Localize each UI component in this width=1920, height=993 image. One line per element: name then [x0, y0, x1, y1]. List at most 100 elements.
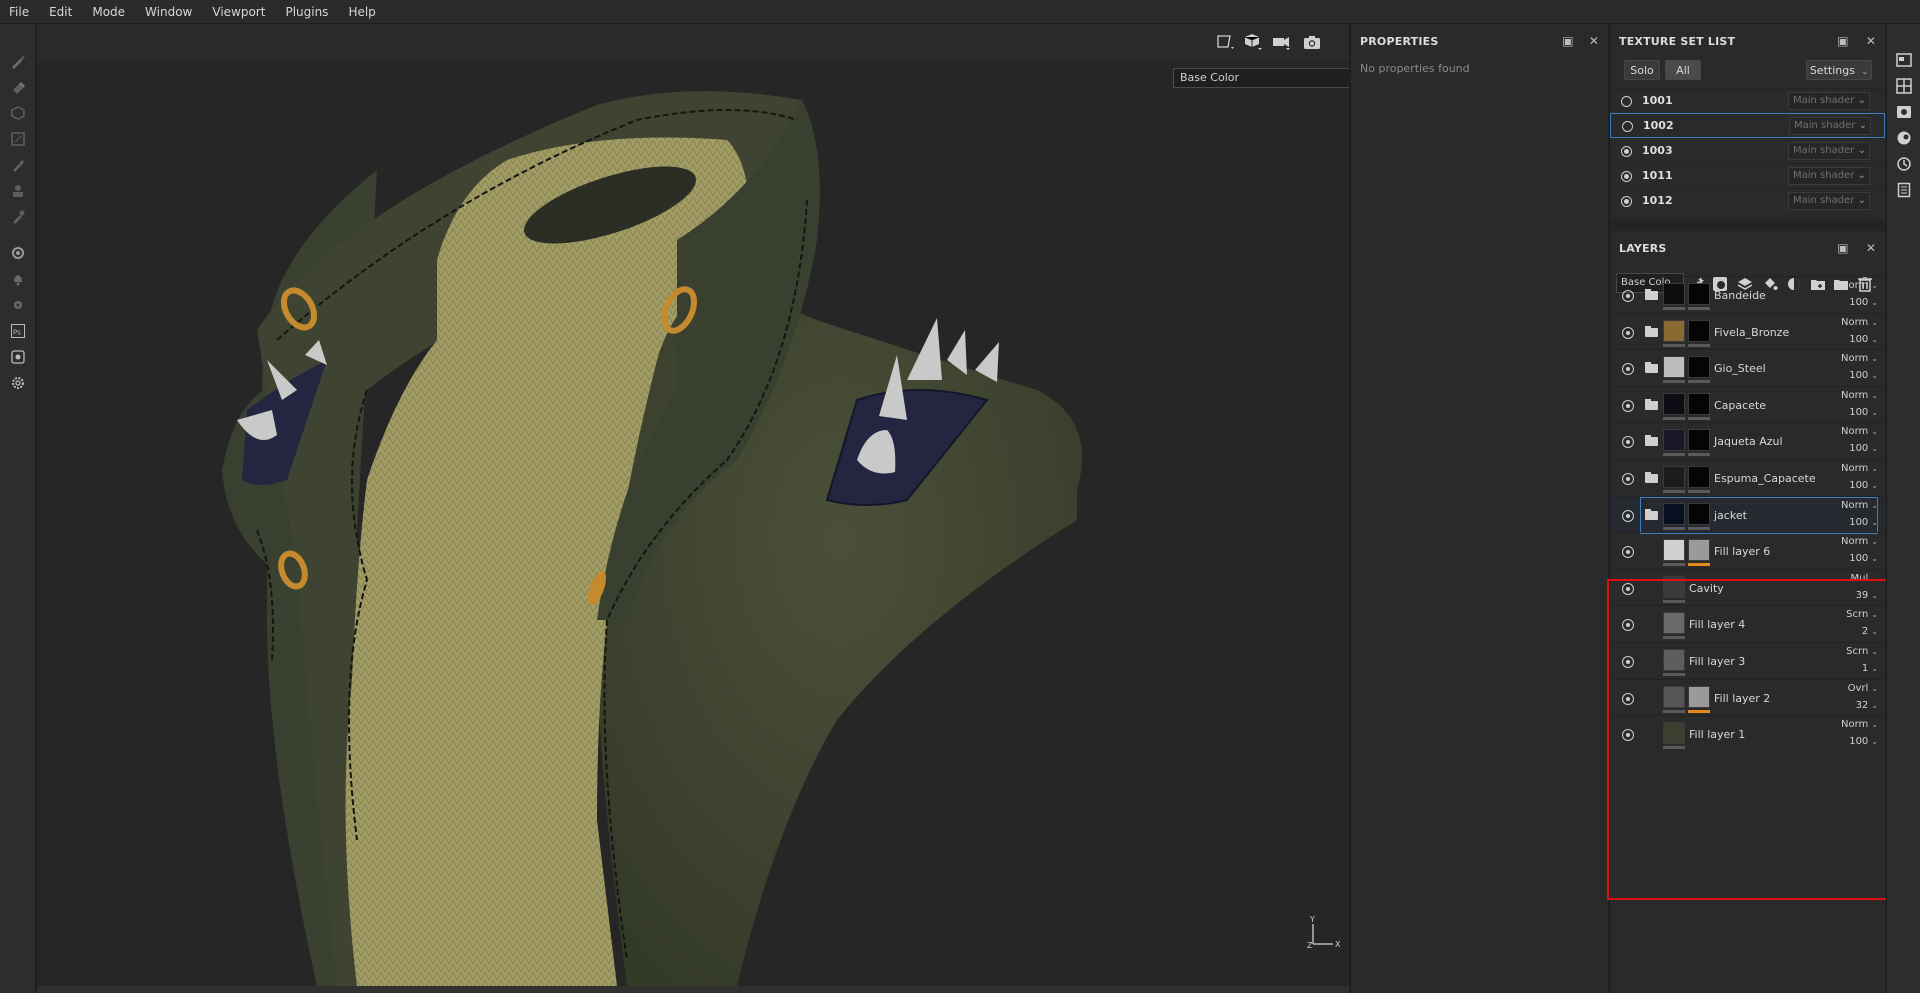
layer-row[interactable]: Espuma_Capacete Norm ⌄ 100 ⌄ [1610, 459, 1886, 496]
projection-icon[interactable] [7, 102, 29, 124]
bake-icon[interactable] [7, 242, 29, 264]
opacity-select[interactable]: 100 ⌄ [1838, 517, 1878, 528]
texture-set-toggle[interactable] [1621, 171, 1632, 182]
opacity-select[interactable]: 100 ⌄ [1838, 370, 1878, 381]
folder-icon[interactable] [1645, 472, 1658, 483]
all-button[interactable]: All [1665, 60, 1701, 80]
history-icon[interactable] [1895, 155, 1913, 173]
folder-icon[interactable] [1645, 398, 1658, 410]
visibility-eye-icon[interactable] [1622, 326, 1634, 339]
eraser-icon[interactable] [7, 76, 29, 98]
menu-plugins[interactable]: Plugins [275, 0, 338, 24]
camera-frame-icon[interactable] [1212, 30, 1238, 54]
blend-mode-select[interactable]: Norm ⌄ [1838, 317, 1878, 328]
blend-mode-select[interactable]: Norm ⌄ [1838, 426, 1878, 437]
menu-help[interactable]: Help [338, 0, 385, 24]
video-camera-icon[interactable] [1268, 30, 1294, 54]
opacity-select[interactable]: 100 ⌄ [1838, 297, 1878, 308]
mask-thumbnail[interactable] [1688, 319, 1710, 342]
folder-icon[interactable] [1645, 289, 1658, 300]
folder-icon[interactable] [1645, 435, 1658, 447]
preferences-icon[interactable] [7, 372, 29, 394]
menu-file[interactable]: File [0, 0, 39, 24]
solo-button[interactable]: Solo [1624, 60, 1660, 80]
texture-set-row[interactable]: 1001 Main shader ⌄ [1610, 88, 1885, 113]
layer-row[interactable]: jacket Norm ⌄ 100 ⌄ [1610, 495, 1886, 534]
layer-row[interactable]: Gio_Steel Norm ⌄ 100 ⌄ [1610, 349, 1886, 386]
display-settings-icon[interactable] [1895, 103, 1913, 121]
close-icon[interactable]: ✕ [1587, 34, 1601, 48]
opacity-select[interactable]: 100 ⌄ [1838, 443, 1878, 454]
layer-row[interactable]: Fill layer 4 Scrn ⌄ 2 ⌄ [1610, 605, 1886, 642]
smudge-icon[interactable] [7, 154, 29, 176]
undock-icon[interactable]: ▣ [1836, 241, 1850, 255]
menu-viewport[interactable]: Viewport [202, 0, 275, 24]
opacity-select[interactable]: 100 ⌄ [1838, 736, 1878, 747]
color-picker-icon[interactable] [7, 206, 29, 228]
layer-row[interactable]: Fill layer 1 Norm ⌄ 100 ⌄ [1610, 715, 1886, 752]
menu-edit[interactable]: Edit [39, 0, 82, 24]
opacity-select[interactable]: 100 ⌄ [1838, 334, 1878, 345]
visibility-eye-icon[interactable] [1622, 729, 1634, 742]
shader-select[interactable]: Main shader ⌄ [1788, 92, 1870, 110]
blend-mode-select[interactable]: Mul ⌄ [1838, 573, 1878, 584]
viewport-3d[interactable]: Base Color ⌄ [37, 24, 1349, 993]
layer-row[interactable]: Fivela_Bronze Norm ⌄ 100 ⌄ [1610, 312, 1886, 350]
mask-thumbnail[interactable] [1688, 283, 1710, 305]
blend-mode-select[interactable]: Scrn ⌄ [1838, 609, 1878, 620]
blend-mode-select[interactable]: Norm ⌄ [1838, 536, 1878, 547]
uv-grid-icon[interactable] [1895, 77, 1913, 95]
layer-row[interactable]: Cavity Mul ⌄ 39 ⌄ [1610, 568, 1886, 606]
blend-mode-select[interactable]: Norm ⌄ [1838, 463, 1878, 474]
close-icon[interactable]: ✕ [1864, 241, 1878, 255]
paint-brush-icon[interactable] [7, 50, 29, 72]
mask-thumbnail[interactable] [1688, 502, 1710, 525]
opacity-select[interactable]: 32 ⌄ [1838, 700, 1878, 711]
settings-cog-icon[interactable] [7, 294, 29, 316]
layer-row[interactable]: Fill layer 2 Ovrl ⌄ 32 ⌄ [1610, 678, 1886, 716]
opacity-select[interactable]: 2 ⌄ [1838, 626, 1878, 637]
photoshop-icon[interactable]: Ps [7, 320, 29, 342]
mask-thumbnail[interactable] [1688, 539, 1710, 562]
clone-icon[interactable] [7, 180, 29, 202]
opacity-select[interactable]: 100 ⌄ [1838, 480, 1878, 491]
mask-thumbnail[interactable] [1688, 429, 1710, 452]
blend-mode-select[interactable]: Ovrl ⌄ [1838, 683, 1878, 694]
environment-icon[interactable] [1895, 129, 1913, 147]
close-icon[interactable]: ✕ [1864, 34, 1878, 48]
visibility-eye-icon[interactable] [1622, 473, 1634, 485]
visibility-eye-icon[interactable] [1622, 692, 1634, 705]
folder-open-icon[interactable] [1645, 508, 1658, 520]
polygon-fill-icon[interactable] [7, 128, 29, 150]
visibility-eye-icon[interactable] [1622, 582, 1634, 595]
blend-mode-select[interactable]: Norm ⌄ [1838, 500, 1878, 511]
visibility-eye-icon[interactable] [1622, 546, 1634, 559]
opacity-select[interactable]: 39 ⌄ [1838, 590, 1878, 601]
layer-row[interactable]: Fill layer 3 Scrn ⌄ 1 ⌄ [1610, 642, 1886, 679]
texture-set-toggle[interactable] [1621, 96, 1632, 107]
layer-row[interactable]: Fill layer 6 Norm ⌄ 100 ⌄ [1610, 532, 1886, 569]
blend-mode-select[interactable]: Norm ⌄ [1838, 353, 1878, 364]
blend-mode-select[interactable]: Norm ⌄ [1838, 390, 1878, 401]
blend-mode-select[interactable]: Norm ⌄ [1838, 719, 1878, 730]
visibility-eye-icon[interactable] [1622, 619, 1634, 632]
undock-icon[interactable]: ▣ [1561, 34, 1575, 48]
settings-button[interactable]: Settings ⌄ [1806, 60, 1872, 80]
texture-set-toggle[interactable] [1622, 121, 1633, 132]
visibility-eye-icon[interactable] [1622, 363, 1634, 376]
texture-set-row[interactable]: 1011 Main shader ⌄ [1610, 163, 1885, 188]
export-icon[interactable] [7, 346, 29, 368]
layer-row[interactable]: Bandeide Norm ⌄ 100 ⌄ [1610, 276, 1886, 313]
shader-select[interactable]: Main shader ⌄ [1788, 192, 1870, 210]
shader-select[interactable]: Main shader ⌄ [1789, 117, 1871, 135]
menu-window[interactable]: Window [135, 0, 202, 24]
texture-set-row[interactable]: 1012 Main shader ⌄ [1610, 188, 1885, 213]
layer-row[interactable]: Capacete Norm ⌄ 100 ⌄ [1610, 385, 1886, 423]
mask-thumbnail[interactable] [1688, 466, 1710, 488]
visibility-eye-icon[interactable] [1622, 656, 1634, 668]
texture-set-row[interactable]: 1003 Main shader ⌄ [1610, 138, 1885, 163]
layer-row[interactable]: Jaqueta Azul Norm ⌄ 100 ⌄ [1610, 422, 1886, 459]
screenshot-camera-icon[interactable] [1299, 30, 1325, 54]
visibility-eye-icon[interactable] [1622, 436, 1634, 449]
texture-set-toggle[interactable] [1621, 146, 1632, 157]
